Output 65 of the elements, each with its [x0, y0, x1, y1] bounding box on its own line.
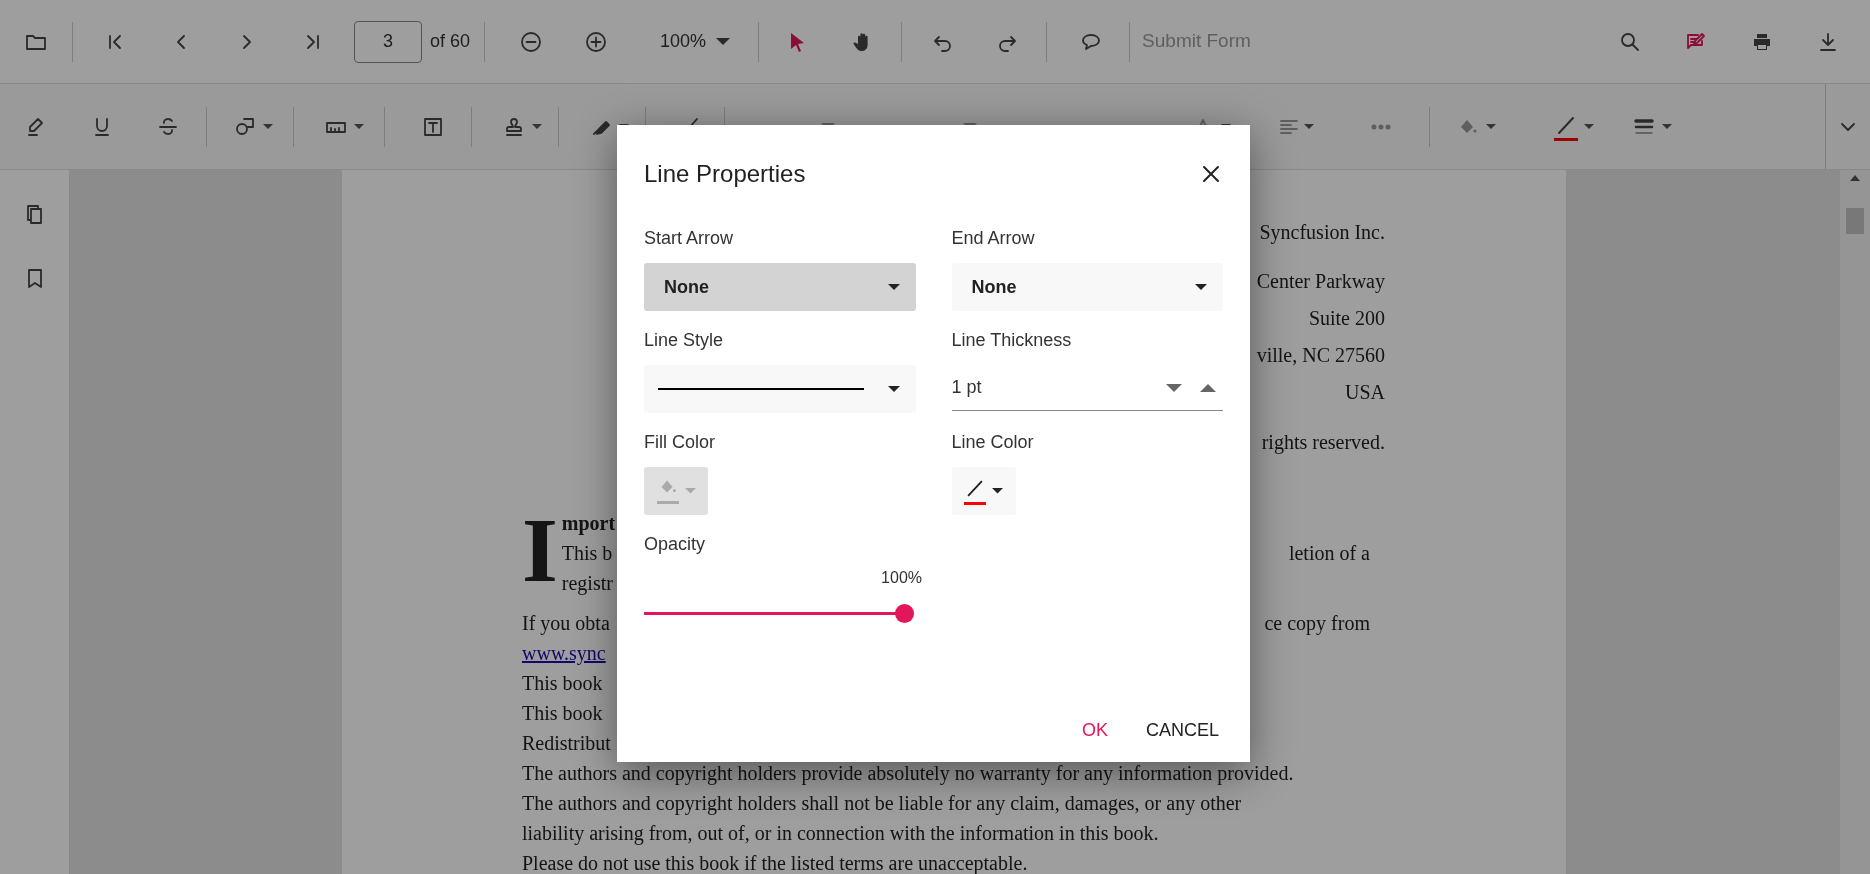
caret-icon [1486, 124, 1496, 129]
dropdown[interactable]: None [951, 263, 1223, 311]
field-label: Start Arrow [644, 227, 735, 250]
line-style-dropdown[interactable] [644, 365, 916, 413]
opacity-reading: 100% [881, 568, 922, 588]
page-count: of 60 [430, 30, 471, 53]
body-text: registr [561, 571, 613, 597]
close-icon [1203, 166, 1219, 182]
dialog-title: Line Properties [644, 159, 806, 189]
zoom-dropdown[interactable]: 100% [660, 21, 731, 62]
caret-icon [354, 124, 364, 129]
page-number-field[interactable]: 3 [354, 20, 422, 63]
zoom-out-icon [519, 29, 544, 54]
body-text: liability arising from, out of, or in connection with the information in this book. [522, 821, 1159, 847]
opacity-slider[interactable] [644, 603, 914, 623]
heading-text: mport [561, 511, 616, 537]
body-text: letion of a [1288, 541, 1370, 566]
address-line: rights reserved. [1261, 430, 1385, 456]
body-text: This book [522, 701, 603, 726]
line-thickness-field[interactable]: 1 pt [951, 365, 1159, 411]
address-line: Center Parkway [1256, 269, 1385, 295]
more-icon [1372, 124, 1390, 129]
caret-icon [532, 124, 542, 129]
body-text: The authors and copyright holders shall not be liable for any claim, damages, or any other [522, 791, 1242, 817]
caret-icon [1195, 284, 1207, 290]
address-line: ville, NC 27560 [1256, 343, 1385, 368]
align-left-icon [1280, 119, 1298, 134]
field-label: Line Thickness [951, 329, 1073, 352]
caret-icon [684, 488, 696, 494]
slider-thumb[interactable] [895, 604, 914, 623]
field-label: Opacity [644, 533, 707, 556]
caret-icon [1200, 383, 1216, 392]
body-text: If you obta [522, 611, 610, 637]
caret-icon [1662, 124, 1672, 129]
address-line: Suite 200 [1308, 306, 1385, 331]
caret-icon [263, 124, 273, 129]
caret-icon [887, 386, 900, 392]
address-line: USA [1345, 380, 1385, 405]
dialog-button[interactable]: OK [1069, 710, 1120, 750]
chevron-down-icon [1841, 122, 1855, 131]
dropdown[interactable]: None [644, 263, 916, 311]
body-text: Please do not use this book if the listed terms are unacceptable. [522, 851, 1028, 874]
scroll-up-icon[interactable] [1849, 174, 1861, 182]
body-text: ce copy from [1264, 611, 1370, 637]
caret-icon [1166, 383, 1182, 392]
caret-icon [1584, 124, 1594, 129]
body-text: This b [561, 541, 613, 566]
caret-icon [1304, 124, 1314, 129]
scrollbar-thumb[interactable] [1846, 208, 1864, 234]
line-color-button[interactable] [951, 467, 1016, 515]
body-text: This book [522, 671, 603, 696]
zoom-in-icon [584, 29, 609, 54]
field-label: Line Color [951, 431, 1035, 454]
drop-cap: I [522, 508, 558, 592]
caret-icon [992, 488, 1003, 494]
caret-icon [716, 38, 731, 45]
field-label: Fill Color [644, 431, 716, 454]
field-label: End Arrow [951, 227, 1036, 250]
link[interactable]: www.sync [522, 638, 606, 668]
body-text: The authors and copyright holders provide absolutely no warranty for any information provided. [522, 761, 1294, 787]
address-line: Syncfusion Inc. [1259, 220, 1385, 246]
caret-icon [887, 284, 900, 290]
dialog-button[interactable]: CANCEL [1133, 710, 1231, 750]
body-text: Redistribut [522, 731, 611, 756]
field-label: Line Style [644, 329, 725, 352]
